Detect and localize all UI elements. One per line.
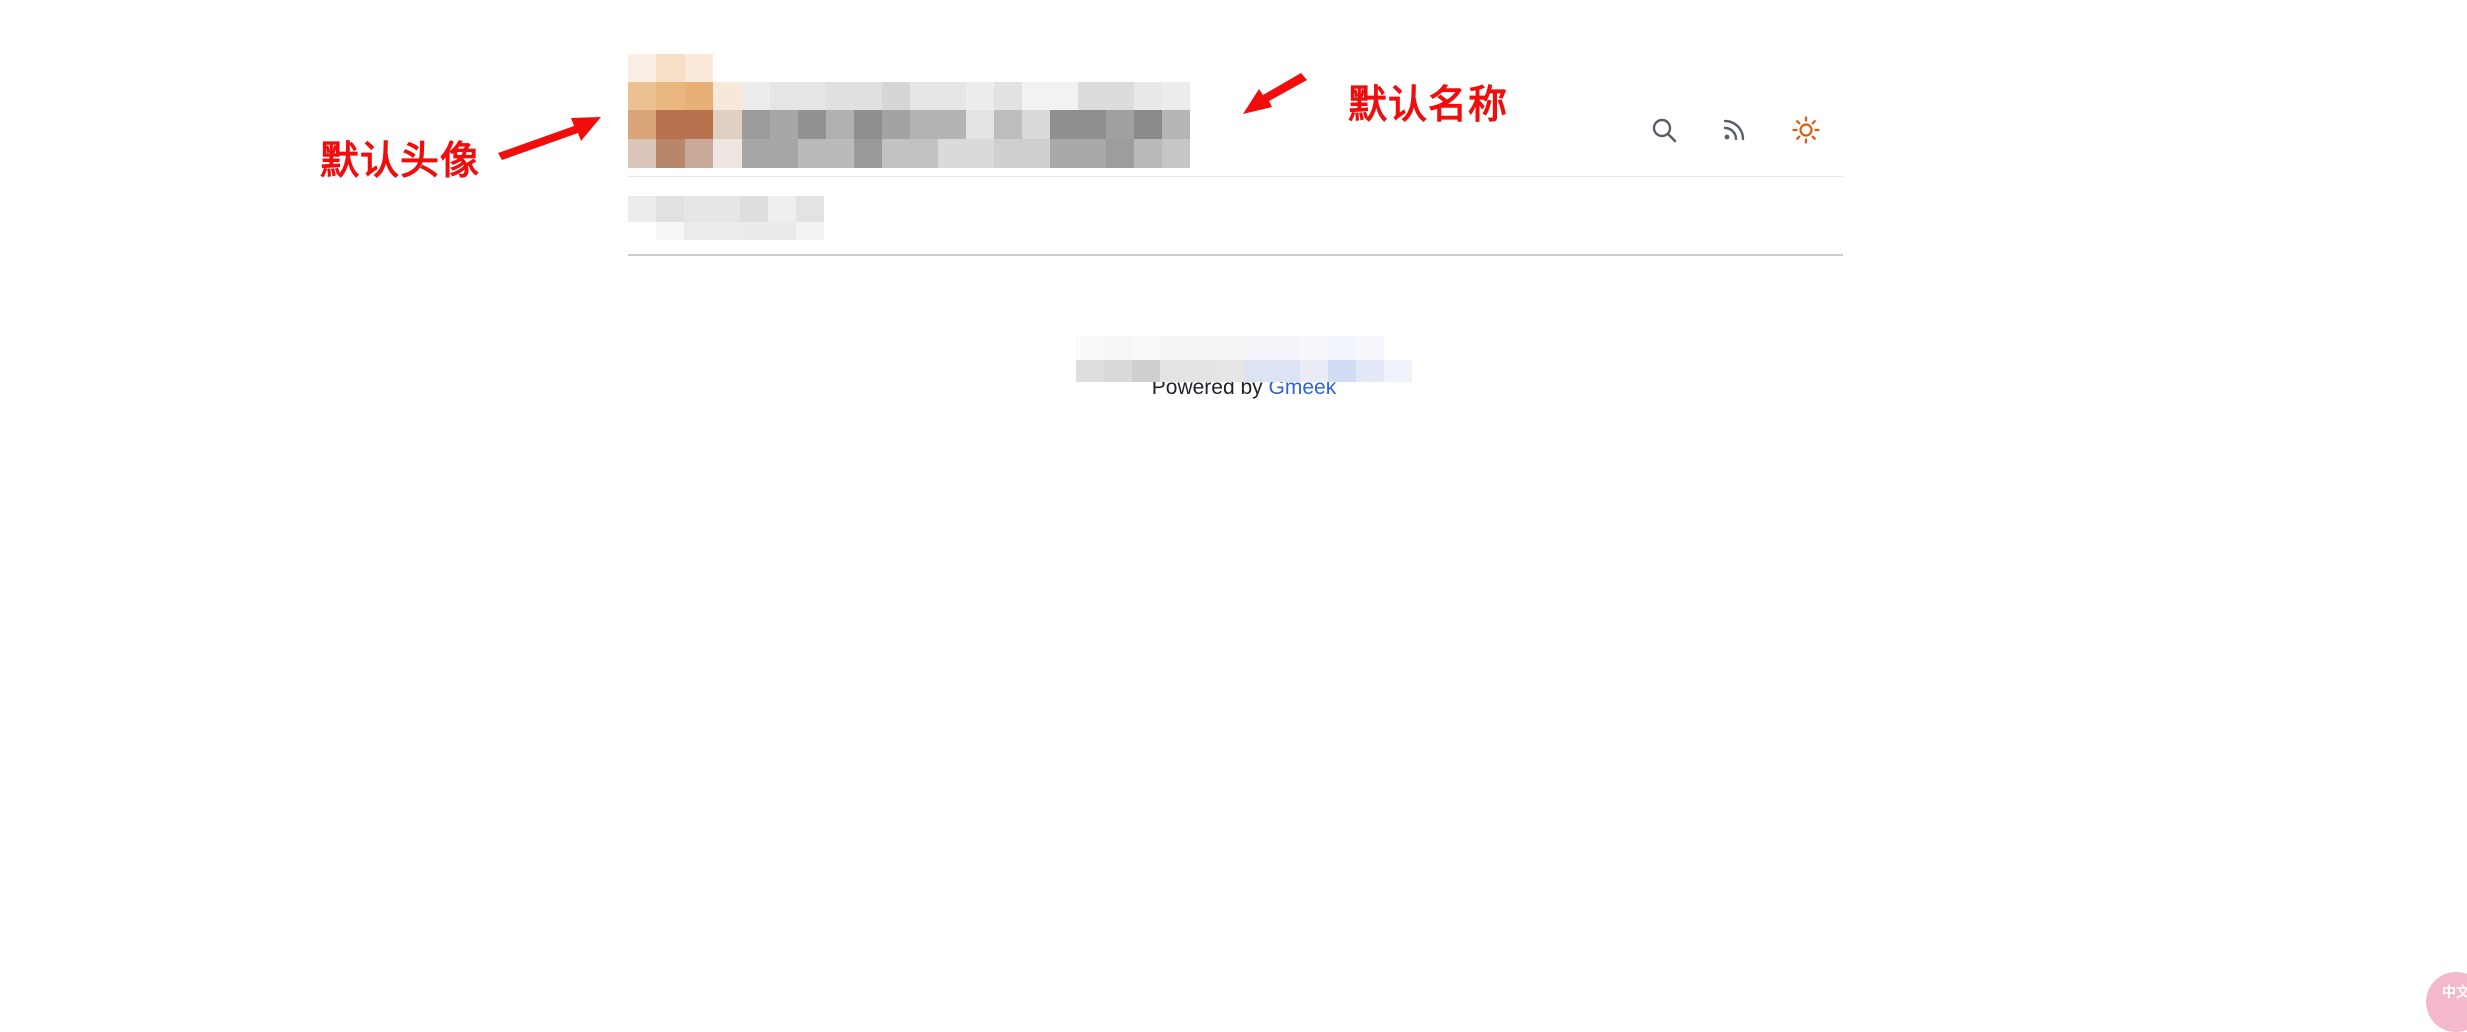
corner-translate-widget[interactable]: 中文 [2426,972,2467,1032]
avatar-annotation-arrow [498,117,601,160]
name-annotation-arrow [1243,73,1307,114]
header-toolbar [1640,110,1840,150]
theme-toggle-button[interactable] [1786,110,1826,150]
avatar[interactable] [628,54,742,168]
footer-mosaic [1076,336,1412,384]
corner-widget-text: 中文 [2442,985,2467,1001]
footer: Powered by Gmeek [1076,336,1412,406]
sun-icon [1791,115,1821,145]
name-annotation-label: 默认名称 [1348,83,1509,128]
list-divider [628,254,1843,256]
rss-icon [1721,117,1747,143]
avatar-annotation-label: 默认头像 [320,139,481,184]
site-title[interactable] [742,82,1218,168]
search-button[interactable] [1644,110,1684,150]
post-list-item[interactable] [628,196,826,240]
header-divider [628,176,1843,177]
rss-button[interactable] [1714,110,1754,150]
search-icon [1650,116,1678,144]
